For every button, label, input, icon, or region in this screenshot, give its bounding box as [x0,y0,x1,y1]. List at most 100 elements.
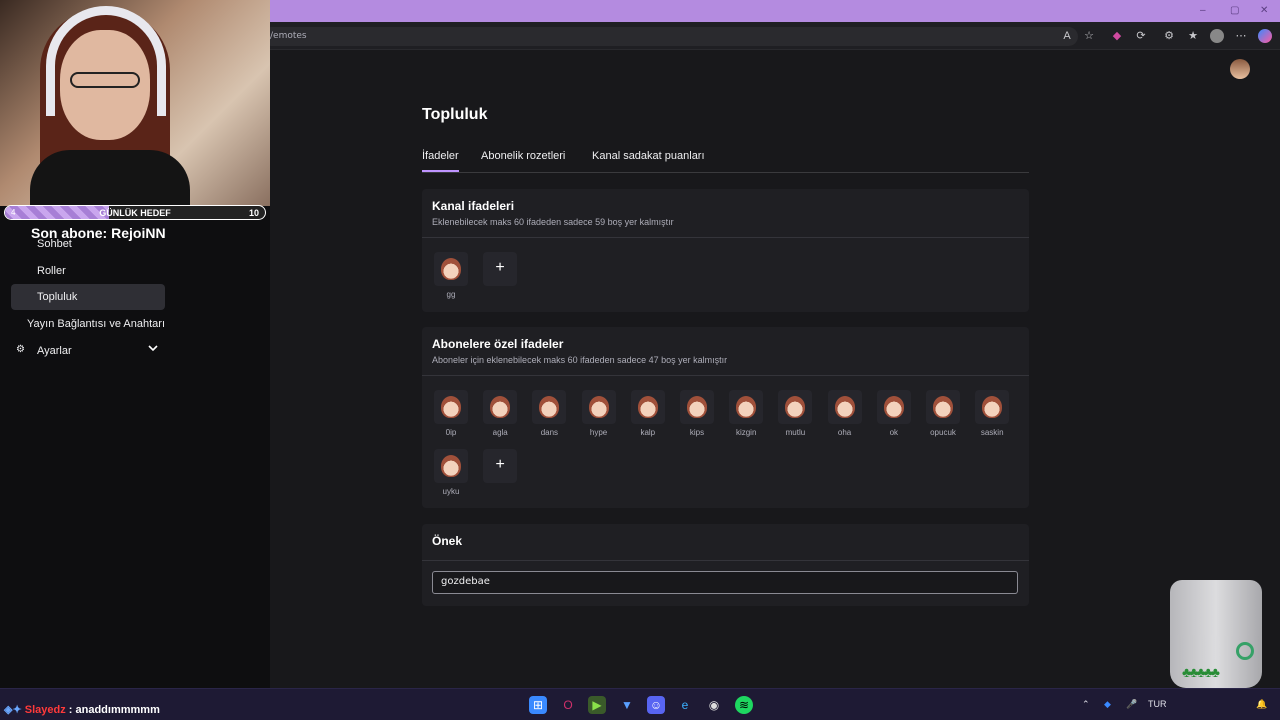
notification-icon[interactable]: 🔔 [1256,699,1267,710]
emote-name: saskin [980,428,1004,437]
language-indicator[interactable]: TUR [1148,699,1167,709]
windows-start-icon[interactable]: ⊞ [529,696,547,714]
emote-name: oha [837,428,852,437]
tab-bar: İfadeler Abonelik rozetleri Kanal sadaka… [422,150,1029,173]
microphone-icon[interactable]: 🎤 [1126,699,1137,710]
profile-icon[interactable] [1210,29,1224,43]
chat-username: Slayedz [24,704,66,716]
favorite-star-icon[interactable]: ☆ [1082,29,1096,43]
add-channel-emote-button[interactable]: + [483,252,517,286]
emote-image [630,390,665,424]
emote-image [483,390,518,424]
emote-name: ok [889,428,899,437]
emote-image [975,390,1010,424]
emote-image [926,390,960,424]
emote-image [680,390,714,424]
emote-image [434,449,468,483]
chat-message: : anaddımmmmm [68,704,160,716]
vscode-icon[interactable]: ▼ [618,696,636,714]
sub-emotes-subtitle: Aboneler için eklenebilecek maks 60 ifad… [432,355,728,365]
close-icon[interactable]: ✕ [1260,5,1268,16]
emote-image [532,390,567,424]
emote-agla[interactable]: agla [483,390,518,437]
app-icon[interactable]: ▶ [588,696,606,714]
page-title: Topluluk [422,106,488,123]
favorites-icon[interactable]: ★ [1186,29,1200,43]
emote-name: agla [492,428,508,437]
copilot-icon[interactable] [1258,29,1272,43]
emote-dans[interactable]: dans [532,390,567,437]
emote-name: mutlu [785,428,806,437]
discord-icon[interactable]: ☺ [647,696,665,714]
emote-saskin[interactable]: saskin [975,390,1010,437]
emote-name: dans [540,428,559,437]
emote-name: 0ip [445,428,457,437]
daily-goal-bar: 4 GÜNLÜK HEDEF 10 [4,205,266,220]
channel-emotes-title: Kanal ifadeleri [432,199,515,213]
emote-name: hype [589,428,608,437]
goal-label: GÜNLÜK HEDEF [99,208,171,218]
sidebar-item-sohbet[interactable]: Sohbet [37,238,72,250]
minimize-icon[interactable]: – [1200,5,1206,16]
webcam-overlay [0,0,270,206]
more-menu-icon[interactable]: ⋯ [1234,29,1248,43]
emote-name: opucuk [930,428,956,437]
emote-kalp[interactable]: kalp [630,390,665,437]
obs-icon[interactable]: ◉ [705,696,723,714]
sidebar-item-stream-key[interactable]: Yayın Bağlantısı ve Anahtarı [27,318,165,330]
sub-emotes-card: Abonelere özel ifadeler Aboneler için ek… [422,327,1029,508]
gear-icon: ⚙ [16,344,25,355]
edge-icon[interactable]: e [676,696,694,714]
sync-icon[interactable]: ⚙ [1162,29,1176,43]
emote-image [778,390,813,424]
emote-name: gg [446,290,456,299]
emote-image [581,390,616,424]
sidebar-item-ayarlar[interactable]: Ayarlar [37,345,72,357]
goal-target: 10 [248,208,259,218]
emote-image [876,390,911,424]
prefix-title: Önek [432,534,463,548]
spotify-icon[interactable]: ≋ [735,696,753,714]
cup-overlay: ♣♣♣♣♣ [1170,580,1262,688]
emote-kips[interactable]: kips [680,390,714,437]
emote-name: kizgin [735,428,757,437]
emote-gg[interactable]: gg [434,252,468,299]
extensions-puzzle-icon[interactable]: ⟳ [1134,29,1148,43]
sidebar-item-topluluk[interactable]: Topluluk [11,284,165,310]
tray-chevron-icon[interactable]: ⌃ [1082,699,1090,710]
emote-oha[interactable]: oha [827,390,862,437]
add-sub-emote-button[interactable]: + [483,449,518,483]
emote-image [729,390,764,424]
emote-image [434,390,468,424]
maximize-icon[interactable]: ▢ [1230,5,1239,16]
prefix-input[interactable]: gozdebae [432,571,1018,594]
chat-ticker: ◈✦ Slayedz : anaddımmmmm [4,703,160,716]
sidebar-item-roller[interactable]: Roller [37,265,66,277]
user-avatar[interactable] [1230,59,1250,79]
emote-name: uyku [442,487,460,496]
channel-emotes-subtitle: Eklenebilecek maks 60 ifadeden sadece 59… [432,217,674,227]
emote-opucuk[interactable]: opucuk [926,390,960,437]
emote-ok[interactable]: ok [876,390,911,437]
emote-name: kips [689,428,705,437]
address-bar[interactable]: /emotes [262,27,1078,46]
emote-uyku[interactable]: uyku [434,449,468,496]
read-aloud-icon[interactable]: A [1060,29,1074,43]
emote-mutlu[interactable]: mutlu [778,390,813,437]
emote-kizgin[interactable]: kizgin [729,390,764,437]
emote-image [434,252,468,286]
emote-image [827,390,862,424]
tab-emotes[interactable]: İfadeler [422,150,459,172]
channel-emotes-card: Kanal ifadeleri Eklenebilecek maks 60 if… [422,189,1029,312]
sub-emotes-title: Abonelere özel ifadeler [432,337,564,351]
tab-loyalty-points[interactable]: Kanal sadakat puanları [592,150,705,170]
tray-app-icon[interactable]: ◆ [1104,699,1111,710]
emote-name: kalp [640,428,656,437]
chevron-down-icon[interactable] [148,343,158,353]
tab-sub-badges[interactable]: Abonelik rozetleri [481,150,565,170]
chat-badge-icon: ◈✦ [4,704,22,716]
emote-0ip[interactable]: 0ip [434,390,468,437]
emote-hype[interactable]: hype [581,390,616,437]
opera-icon[interactable]: O [559,696,577,714]
extension-icon[interactable]: ◆ [1110,29,1124,43]
